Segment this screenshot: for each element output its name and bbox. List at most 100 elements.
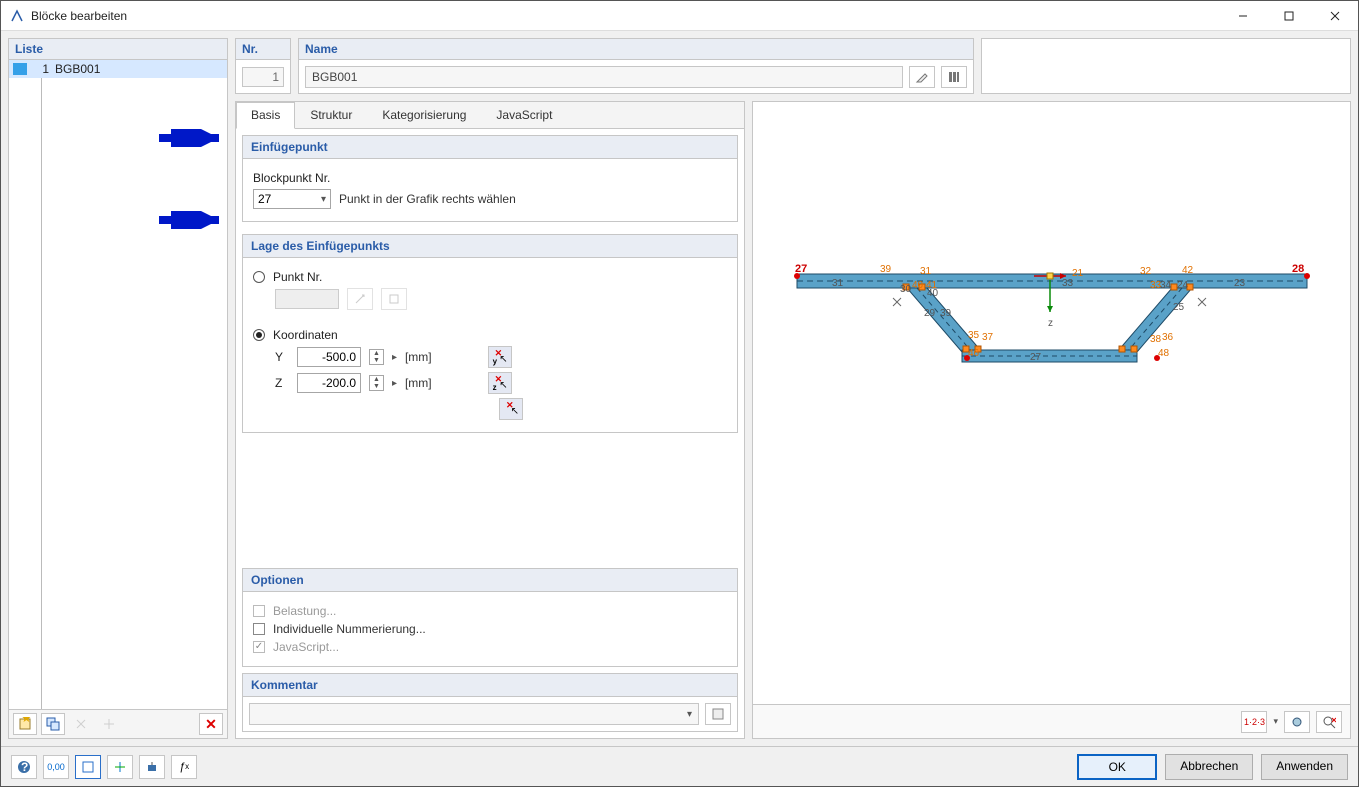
tabs: Basis Struktur Kategorisierung JavaScrip…: [236, 102, 744, 129]
radio-punkt[interactable]: [253, 271, 265, 283]
z-unit: [mm]: [405, 376, 432, 390]
svg-text:41: 41: [926, 280, 938, 291]
y-input[interactable]: [297, 347, 361, 367]
window-title: Blöcke bearbeiten: [31, 9, 1220, 23]
svg-text:31: 31: [920, 266, 932, 277]
punkt-nr-input: [275, 289, 339, 309]
name-box: Name: [298, 38, 974, 94]
pick-y-button[interactable]: ✕y↖: [488, 346, 512, 368]
kommentar-combo[interactable]: ▾: [249, 703, 699, 725]
svg-text:25: 25: [1173, 302, 1185, 313]
svg-text:34: 34: [1160, 280, 1172, 291]
tree-line: [41, 78, 42, 709]
z-label: Z: [275, 376, 289, 390]
label-nummerierung[interactable]: Individuelle Nummerierung...: [273, 622, 426, 636]
list-panel: Liste 1 BGB001 ★ ✕: [8, 38, 228, 739]
svg-text:29: 29: [924, 308, 936, 319]
radio-koordinaten[interactable]: [253, 329, 265, 341]
checkbox-nummerierung[interactable]: [253, 623, 265, 635]
radio-punkt-label: Punkt Nr.: [273, 270, 322, 284]
form-panel: Basis Struktur Kategorisierung JavaScrip…: [235, 101, 745, 739]
svg-text:27: 27: [1030, 352, 1042, 363]
section-title-kommentar: Kommentar: [243, 674, 737, 697]
svg-text:40: 40: [912, 280, 924, 291]
apply-button[interactable]: Anwenden: [1261, 754, 1348, 780]
list-body: 1 BGB001: [9, 60, 227, 709]
y-step-arrow[interactable]: ▸: [392, 352, 397, 363]
view-mode-1-button[interactable]: [75, 755, 101, 779]
y-label: Y: [275, 350, 289, 364]
section-lage: Lage des Einfügepunkts Punkt Nr.: [242, 234, 738, 433]
block-icon: [13, 63, 27, 75]
chevron-down-icon: ▾: [321, 194, 326, 205]
graphic-toolbar: 1·2·3 ▾: [753, 704, 1350, 738]
new-item-button[interactable]: ★: [13, 713, 37, 735]
tab-basis[interactable]: Basis: [236, 102, 295, 129]
svg-text:33: 33: [1062, 278, 1074, 289]
help-button[interactable]: ?: [11, 755, 37, 779]
svg-text:48: 48: [1158, 348, 1170, 359]
script-button[interactable]: ƒx: [171, 755, 197, 779]
svg-text:21: 21: [1072, 268, 1084, 279]
minimize-button[interactable]: [1220, 1, 1266, 31]
name-input[interactable]: [305, 66, 903, 88]
ok-button[interactable]: OK: [1077, 754, 1157, 780]
svg-text:27: 27: [795, 263, 807, 275]
svg-text:36: 36: [1162, 332, 1174, 343]
svg-text:39: 39: [940, 308, 952, 319]
app-icon: [9, 8, 25, 24]
maximize-button[interactable]: [1266, 1, 1312, 31]
list-item[interactable]: 1 BGB001: [9, 60, 227, 78]
z-input[interactable]: [297, 373, 361, 393]
svg-text:37: 37: [982, 332, 994, 343]
section-kommentar: Kommentar ▾: [242, 673, 738, 732]
y-unit: [mm]: [405, 350, 432, 364]
blank-panel: [981, 38, 1351, 94]
svg-text:33: 33: [1150, 280, 1162, 291]
list-toolbar: ★ ✕: [9, 709, 227, 738]
checkbox-belastung: [253, 605, 265, 617]
view-button[interactable]: [1284, 711, 1310, 733]
svg-text:30: 30: [900, 284, 912, 295]
svg-text:32: 32: [1140, 266, 1152, 277]
z-step-arrow[interactable]: ▸: [392, 378, 397, 389]
tab-javascript[interactable]: JavaScript: [481, 102, 567, 128]
tab-kategorisierung[interactable]: Kategorisierung: [367, 102, 481, 128]
svg-text:39: 39: [880, 264, 892, 275]
svg-text:z: z: [1048, 318, 1053, 329]
view-mode-2-button[interactable]: [107, 755, 133, 779]
pick-z-button[interactable]: ✕z↖: [488, 372, 512, 394]
svg-text:31: 31: [832, 278, 844, 289]
blockpunkt-hint: Punkt in der Grafik rechts wählen: [339, 192, 516, 206]
name-header: Name: [299, 39, 973, 60]
pick-point-button-2: [381, 288, 407, 310]
delete-item-button[interactable]: ✕: [199, 713, 223, 735]
svg-text:28: 28: [1292, 263, 1304, 275]
view-mode-3-button[interactable]: [139, 755, 165, 779]
z-spinner[interactable]: ▲▼: [369, 375, 384, 391]
graphic-area[interactable]: z: [753, 102, 1350, 704]
numbering-button[interactable]: 1·2·3: [1241, 711, 1267, 733]
toolbar-btn-4: [97, 713, 121, 735]
units-button[interactable]: 0,00: [43, 755, 69, 779]
copy-item-button[interactable]: [41, 713, 65, 735]
toolbar-btn-3: [69, 713, 93, 735]
nr-header: Nr.: [236, 39, 290, 60]
dropdown-arrow-icon[interactable]: ▾: [1273, 716, 1278, 727]
cancel-button[interactable]: Abbrechen: [1165, 754, 1253, 780]
pick-xy-button[interactable]: ✕↖: [499, 398, 523, 420]
y-spinner[interactable]: ▲▼: [369, 349, 384, 365]
radio-koordinaten-label: Koordinaten: [273, 328, 338, 342]
list-header: Liste: [9, 39, 227, 60]
zoom-reset-button[interactable]: [1316, 711, 1342, 733]
tab-struktur[interactable]: Struktur: [295, 102, 367, 128]
blockpunkt-dropdown[interactable]: 27 ▾: [253, 189, 331, 209]
close-button[interactable]: [1312, 1, 1358, 31]
library-button[interactable]: [941, 66, 967, 88]
rename-button[interactable]: [909, 66, 935, 88]
svg-text:24: 24: [1177, 280, 1189, 291]
nr-input[interactable]: [242, 67, 284, 87]
kommentar-edit-button[interactable]: [705, 703, 731, 725]
svg-text:?: ?: [21, 760, 28, 774]
label-belastung: Belastung...: [273, 604, 336, 618]
